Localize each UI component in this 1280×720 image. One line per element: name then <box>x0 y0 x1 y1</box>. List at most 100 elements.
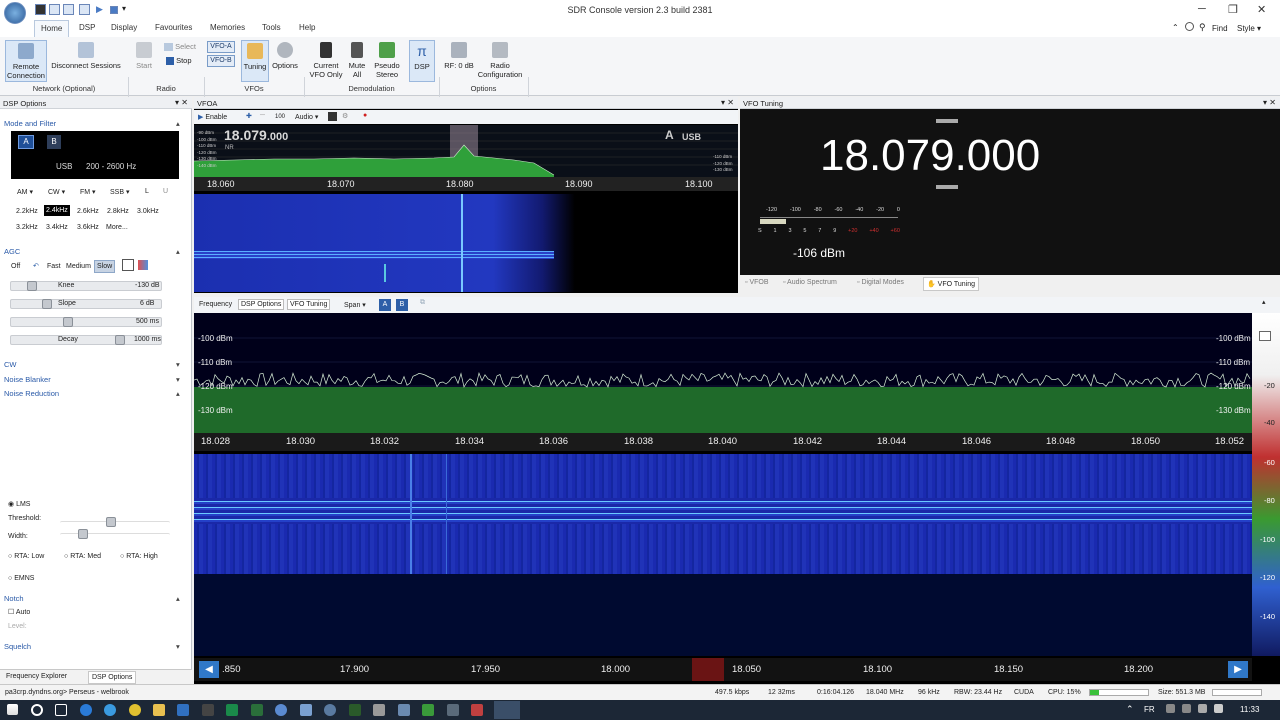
chrome-icon[interactable] <box>129 704 141 716</box>
knee-slider-thumb[interactable] <box>27 281 37 291</box>
start-button[interactable]: Start <box>132 40 156 70</box>
speaker-small-icon[interactable] <box>328 112 337 121</box>
step-value[interactable]: 100 <box>275 114 285 120</box>
settings-small-icon[interactable]: ⚙ <box>342 112 348 120</box>
mode-am-button[interactable]: AM ▾ <box>17 188 33 196</box>
menu-favourites[interactable]: Favourites <box>155 23 192 32</box>
section-noise-blanker-toggle-icon[interactable]: ▾ <box>176 375 180 384</box>
decay-slider-thumb[interactable] <box>115 335 125 345</box>
minimize-button[interactable]: ─ <box>1198 3 1206 15</box>
section-noise-reduction-toggle-icon[interactable]: ▴ <box>176 389 180 398</box>
vfo-a-select-button[interactable]: A <box>18 135 34 149</box>
close-button[interactable]: ✕ <box>1257 3 1266 16</box>
vfo-b-button[interactable]: VFO-B <box>207 55 235 67</box>
app-icon-4[interactable] <box>275 704 287 716</box>
tray-icon-1[interactable] <box>1166 704 1175 713</box>
rta-med-radio[interactable]: ○ RTA: Med <box>64 553 101 560</box>
section-agc[interactable]: AGC ▴ <box>4 247 180 256</box>
vfoa-frequency[interactable]: 18.079.000 <box>224 127 288 143</box>
tab-vfo-tuning[interactable]: ✋ VFO Tuning <box>923 277 980 291</box>
filter-3-2-button[interactable]: 3.2kHz <box>16 224 38 231</box>
menu-help[interactable]: Help <box>299 23 315 32</box>
filter-3-4-button[interactable]: 3.4kHz <box>46 224 68 231</box>
main-extra-icon[interactable]: ⧉ <box>420 299 425 307</box>
agc-off-button[interactable]: Off <box>11 263 20 270</box>
threshold-slider[interactable] <box>60 517 170 531</box>
ie-icon[interactable] <box>104 704 116 716</box>
width-slider[interactable] <box>60 529 170 543</box>
main-scroll-up-icon[interactable]: ▴ <box>1262 298 1266 306</box>
language-indicator[interactable]: FR <box>1144 705 1155 714</box>
menu-tools[interactable]: Tools <box>262 23 281 32</box>
rta-high-radio[interactable]: ○ RTA: High <box>120 553 158 560</box>
tab-vfob[interactable]: ▫ VFOB <box>745 279 769 286</box>
app-icon-5[interactable] <box>300 704 312 716</box>
section-cw-toggle-icon[interactable]: ▾ <box>176 360 180 369</box>
mode-fm-button[interactable]: FM ▾ <box>80 188 96 196</box>
emns-radio[interactable]: ○ EMNS <box>8 575 34 582</box>
vfoa-freq-scale[interactable]: 18.060 18.070 18.080 18.090 18.100 <box>194 177 738 191</box>
app-icon-11[interactable] <box>447 704 459 716</box>
threshold-slider-thumb[interactable] <box>106 517 116 527</box>
main-waterfall[interactable] <box>194 454 1252 574</box>
mode-l-button[interactable]: L <box>145 188 149 195</box>
current-vfo-button[interactable]: Current VFO Only <box>307 40 345 79</box>
options-button[interactable]: Options <box>270 40 300 70</box>
zoom-out-icon[interactable]: ─ <box>260 112 265 119</box>
slope-slider-thumb[interactable] <box>42 299 52 309</box>
section-cw[interactable]: CW ▾ <box>4 360 180 369</box>
section-notch-toggle-icon[interactable]: ▴ <box>176 594 180 603</box>
find-icon[interactable]: ⚲ <box>1199 22 1206 33</box>
main-b-button[interactable]: B <box>396 299 408 311</box>
overview-marker[interactable] <box>692 658 724 681</box>
mode-ssb-button[interactable]: SSB ▾ <box>110 188 129 196</box>
section-mode-filter-toggle-icon[interactable]: ▴ <box>176 119 180 128</box>
mute-all-button[interactable]: Mute All <box>346 40 368 79</box>
vfo-tuning-close-icon[interactable]: ▾ ✕ <box>1263 98 1276 107</box>
section-noise-blanker[interactable]: Noise Blanker ▾ <box>4 375 180 384</box>
vfoa-waterfall[interactable] <box>194 194 738 292</box>
agc-fast-button[interactable]: Fast <box>47 263 61 270</box>
main-a-button[interactable]: A <box>379 299 391 311</box>
tab-vfo-tuning-main[interactable]: VFO Tuning <box>287 299 331 310</box>
main-freq-scale[interactable]: 18.028 18.030 18.032 18.034 18.036 18.03… <box>194 433 1252 451</box>
radio-configuration-button[interactable]: Radio Configuration <box>475 40 525 79</box>
agc-slow-button[interactable]: Slow <box>94 260 116 273</box>
width-slider-thumb[interactable] <box>78 529 88 539</box>
vfo-a-button[interactable]: VFO-A <box>207 41 235 53</box>
overview-left-button[interactable]: ◀ <box>199 661 219 678</box>
ribbon-collapse-icon[interactable]: ⌃ <box>1172 23 1179 32</box>
dsp-panel-close-icon[interactable]: ▾ ✕ <box>175 98 188 107</box>
cbar-settings-icon[interactable] <box>1259 331 1271 341</box>
rta-low-radio[interactable]: ○ RTA: Low <box>8 553 44 560</box>
tab-frequency-explorer[interactable]: Frequency Explorer <box>6 673 67 680</box>
vfoa-close-icon[interactable]: ▾ ✕ <box>721 98 734 107</box>
app-icon-7[interactable] <box>349 704 361 716</box>
vfo-b-select-button[interactable]: B <box>47 135 61 149</box>
app-icon-3[interactable] <box>251 704 263 716</box>
tray-icon-2[interactable] <box>1182 704 1191 713</box>
menu-memories[interactable]: Memories <box>210 23 245 32</box>
section-noise-reduction[interactable]: Noise Reduction ▴ <box>4 389 180 398</box>
style-label[interactable]: Style <box>1237 24 1255 33</box>
sdr-console-taskbar-icon[interactable] <box>494 701 520 719</box>
filter-2-2-button[interactable]: 2.2kHz <box>16 208 38 215</box>
app-icon-6[interactable] <box>324 704 336 716</box>
select-button[interactable]: Select <box>164 42 200 52</box>
search-circle-icon[interactable] <box>31 704 43 716</box>
app-icon-8[interactable] <box>373 704 385 716</box>
tune-up-bar[interactable] <box>936 119 958 123</box>
section-agc-toggle-icon[interactable]: ▴ <box>176 247 180 256</box>
volume-tray-icon[interactable] <box>1214 704 1223 713</box>
tab-digital-modes[interactable]: ▫ Digital Modes <box>857 279 904 286</box>
section-squelch[interactable]: Squelch ▾ <box>4 642 180 651</box>
menu-home[interactable]: Home <box>34 20 70 37</box>
vfo-tuning-frequency[interactable]: 18.079.000 <box>820 131 1040 181</box>
style-dropdown-icon[interactable]: ▾ <box>1257 24 1261 33</box>
maximize-button[interactable]: ❐ <box>1228 3 1238 16</box>
section-squelch-toggle-icon[interactable]: ▾ <box>176 642 180 651</box>
rf-gain-button[interactable]: RF: 0 dB <box>443 40 475 70</box>
tuning-button[interactable]: Tuning <box>241 40 269 82</box>
hang-slider-thumb[interactable] <box>63 317 73 327</box>
filter-more-button[interactable]: More... <box>106 224 128 231</box>
